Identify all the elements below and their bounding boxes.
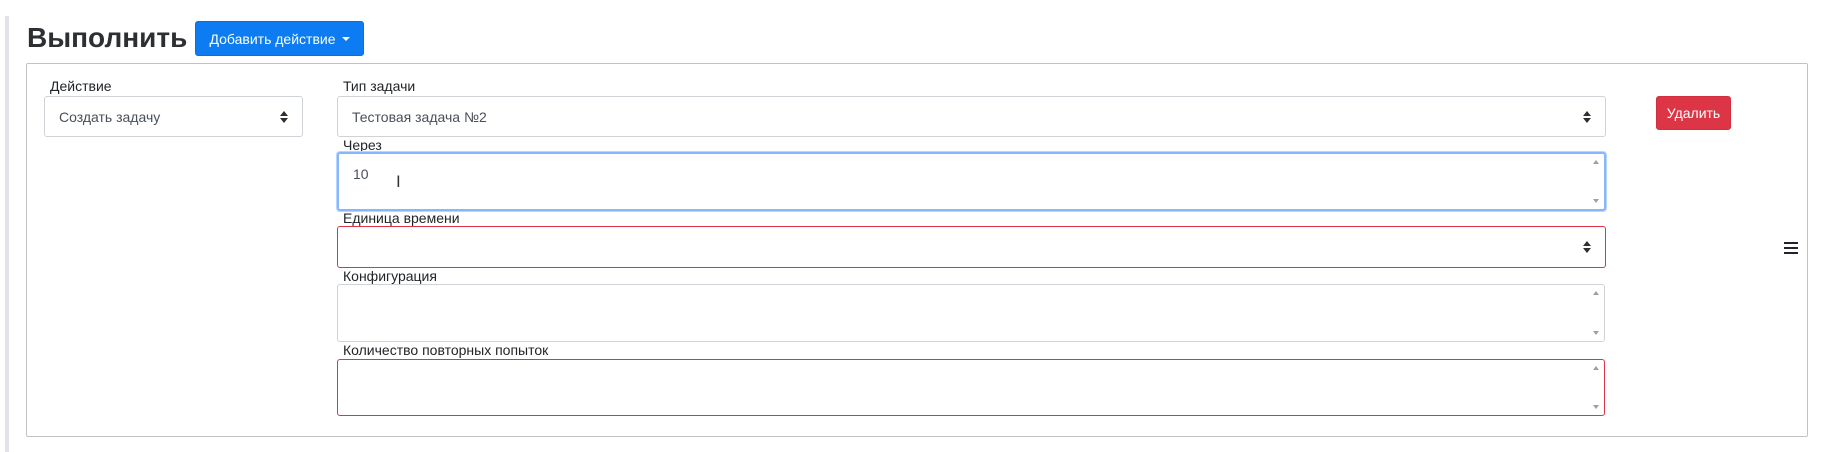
after-textarea-value: 10 [353,166,369,182]
scrollbar[interactable] [1590,287,1602,339]
time-unit-select[interactable] [337,226,1606,268]
config-textarea[interactable] [337,284,1605,342]
select-arrows-icon [280,110,288,123]
time-unit-label: Единица времени [343,210,460,226]
action-select[interactable]: Создать задачу [44,96,303,137]
drag-handle-icon[interactable] [1784,242,1798,254]
caret-down-icon [341,37,350,41]
action-label: Действие [50,78,112,94]
retries-label: Количество повторных попыток [343,342,549,358]
text-cursor-icon: I [396,172,401,191]
scrollbar[interactable] [1590,156,1602,207]
add-action-button[interactable]: Добавить действие [195,21,364,56]
after-label: Через [343,137,382,153]
section-title: Выполнить [27,22,188,53]
scrollbar[interactable] [1590,362,1602,413]
config-label: Конфигурация [343,268,437,284]
action-select-value: Создать задачу [59,108,161,125]
left-rule [5,16,9,452]
select-arrows-icon [1583,241,1591,253]
task-type-select[interactable]: Тестовая задача №2 [337,96,1606,137]
delete-button[interactable]: Удалить [1656,96,1731,130]
after-textarea[interactable]: 10 [337,152,1606,211]
add-action-label: Добавить действие [209,30,336,47]
retries-textarea[interactable] [337,359,1605,416]
task-type-label: Тип задачи [343,78,416,94]
select-arrows-icon [1583,110,1591,123]
task-type-select-value: Тестовая задача №2 [352,108,487,125]
